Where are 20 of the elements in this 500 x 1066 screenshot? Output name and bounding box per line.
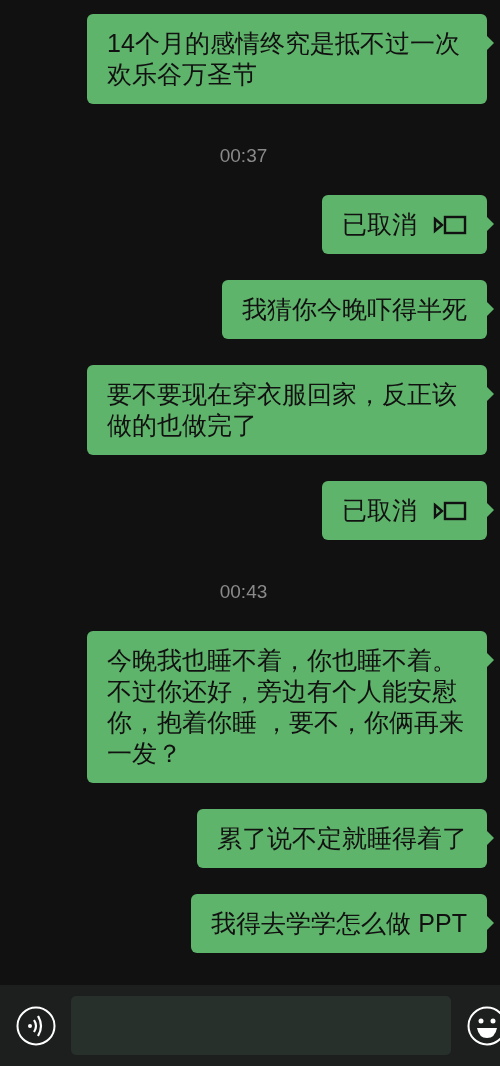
bubble-tail bbox=[487, 387, 494, 401]
message-bubble: 累了说不定就睡得着了 bbox=[197, 809, 487, 868]
message-bubble: 要不要现在穿衣服回家，反正该做的也做完了 bbox=[87, 365, 487, 455]
call-status-text: 已取消 bbox=[342, 209, 417, 240]
bubble-tail bbox=[487, 302, 494, 316]
timestamp: 00:43 bbox=[219, 580, 268, 604]
message-bubble: 我猜你今晚吓得半死 bbox=[222, 280, 487, 339]
video-camera-icon bbox=[433, 213, 467, 236]
bubble-tail bbox=[487, 916, 494, 930]
call-status-text: 已取消 bbox=[342, 495, 417, 526]
voice-icon[interactable] bbox=[16, 1005, 56, 1046]
bubble-tail bbox=[487, 831, 494, 845]
emoji-icon[interactable] bbox=[467, 1005, 500, 1046]
bubble-tail bbox=[487, 36, 494, 50]
timestamp: 00:37 bbox=[219, 144, 268, 168]
message-bubble: 今晚我也睡不着，你也睡不着。不过你还好，旁边有个人能安慰你，抱着你睡 ，要不，你俩再来一发？ bbox=[87, 631, 487, 783]
video-camera-icon bbox=[433, 499, 467, 522]
message-bubble: 14个月的感情终究是抵不过一次欢乐谷万圣节 bbox=[87, 14, 487, 104]
message-bubble: 我得去学学怎么做 PPT bbox=[191, 894, 487, 953]
bubble-tail bbox=[487, 653, 494, 667]
